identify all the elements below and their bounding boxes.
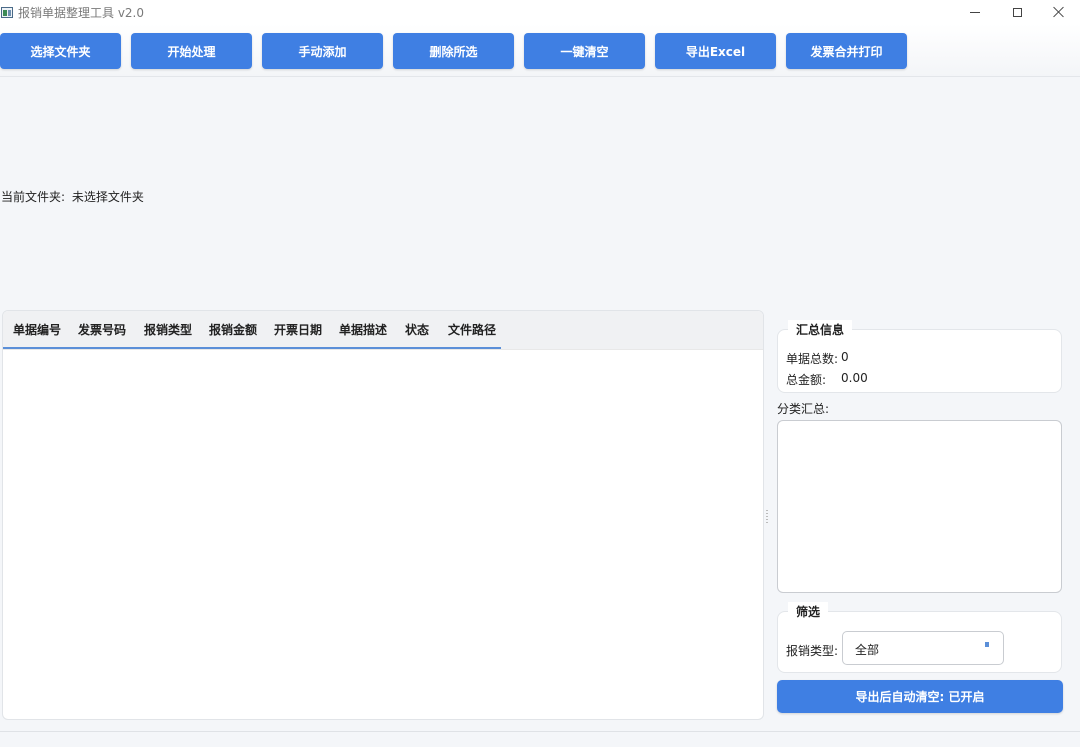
close-button[interactable]: [1038, 0, 1080, 24]
panel-splitter-handle[interactable]: [766, 510, 768, 524]
filter-type-label: 报销类型:: [786, 644, 839, 658]
delete-selected-button[interactable]: 删除所选: [393, 33, 514, 69]
filter-type-select[interactable]: 全部: [842, 631, 1004, 665]
minimize-button[interactable]: [954, 0, 996, 24]
total-amount-label: 总金额:: [786, 373, 827, 387]
app-window: 报销单据整理工具 v2.0 选择文件夹 开始处理 手动添加 删除所选 一键清空 …: [0, 0, 1080, 747]
summary-group: 汇总信息 单据总数: 0 总金额: 0.00: [777, 320, 1062, 393]
total-count-label: 单据总数:: [786, 352, 839, 366]
current-folder-label: 当前文件夹:: [1, 190, 66, 204]
category-summary-label: 分类汇总:: [777, 402, 830, 416]
total-amount-value: 0.00: [841, 371, 868, 385]
window-controls: [954, 0, 1080, 24]
column-header-type[interactable]: 报销类型: [144, 311, 192, 349]
dropdown-arrow-icon: [985, 642, 989, 647]
manual-add-button[interactable]: 手动添加: [262, 33, 383, 69]
current-folder: 当前文件夹: 未选择文件夹: [1, 188, 144, 205]
column-header-file-path[interactable]: 文件路径: [448, 311, 496, 349]
filter-type-value: 全部: [855, 643, 880, 657]
category-summary-box[interactable]: [777, 420, 1062, 593]
table-header: 单据编号 发票号码 报销类型 报销金额 开票日期 单据描述 状态 文件路径: [3, 311, 763, 350]
title-bar: 报销单据整理工具 v2.0: [0, 0, 1080, 24]
total-amount-row: 总金额: 0.00: [786, 371, 868, 388]
total-count-row: 单据总数: 0: [786, 350, 849, 367]
table-body[interactable]: [3, 349, 763, 719]
column-header-record-id[interactable]: 单据编号: [13, 311, 61, 349]
window-title: 报销单据整理工具 v2.0: [18, 5, 145, 20]
summary-title: 汇总信息: [788, 320, 853, 340]
column-header-description[interactable]: 单据描述: [339, 311, 387, 349]
maximize-icon: [1012, 7, 1022, 17]
records-table[interactable]: 单据编号 发票号码 报销类型 报销金额 开票日期 单据描述 状态 文件路径: [2, 310, 764, 720]
export-excel-button[interactable]: 导出Excel: [655, 33, 776, 69]
filter-group: 筛选 报销类型: 全部: [777, 602, 1062, 673]
app-icon: [1, 6, 13, 18]
close-icon: [1053, 6, 1065, 18]
column-header-amount[interactable]: 报销金额: [209, 311, 257, 349]
clear-all-button[interactable]: 一键清空: [524, 33, 645, 69]
column-header-invoice-number[interactable]: 发票号码: [78, 311, 126, 349]
select-folder-button[interactable]: 选择文件夹: [0, 33, 121, 69]
total-count-value: 0: [841, 350, 849, 364]
merge-print-invoices-button[interactable]: 发票合并打印: [786, 33, 907, 69]
status-bar: [0, 731, 1080, 747]
column-header-invoice-date[interactable]: 开票日期: [274, 311, 322, 349]
maximize-button[interactable]: [996, 0, 1038, 24]
start-processing-button[interactable]: 开始处理: [131, 33, 252, 69]
toolbar: 选择文件夹 开始处理 手动添加 删除所选 一键清空 导出Excel 发票合并打印: [0, 24, 1080, 77]
current-folder-value: 未选择文件夹: [71, 190, 144, 204]
auto-clear-toggle-button[interactable]: 导出后自动清空: 已开启: [777, 680, 1063, 713]
filter-title: 筛选: [788, 602, 829, 622]
minimize-icon: [970, 11, 980, 13]
column-header-status[interactable]: 状态: [405, 311, 429, 349]
